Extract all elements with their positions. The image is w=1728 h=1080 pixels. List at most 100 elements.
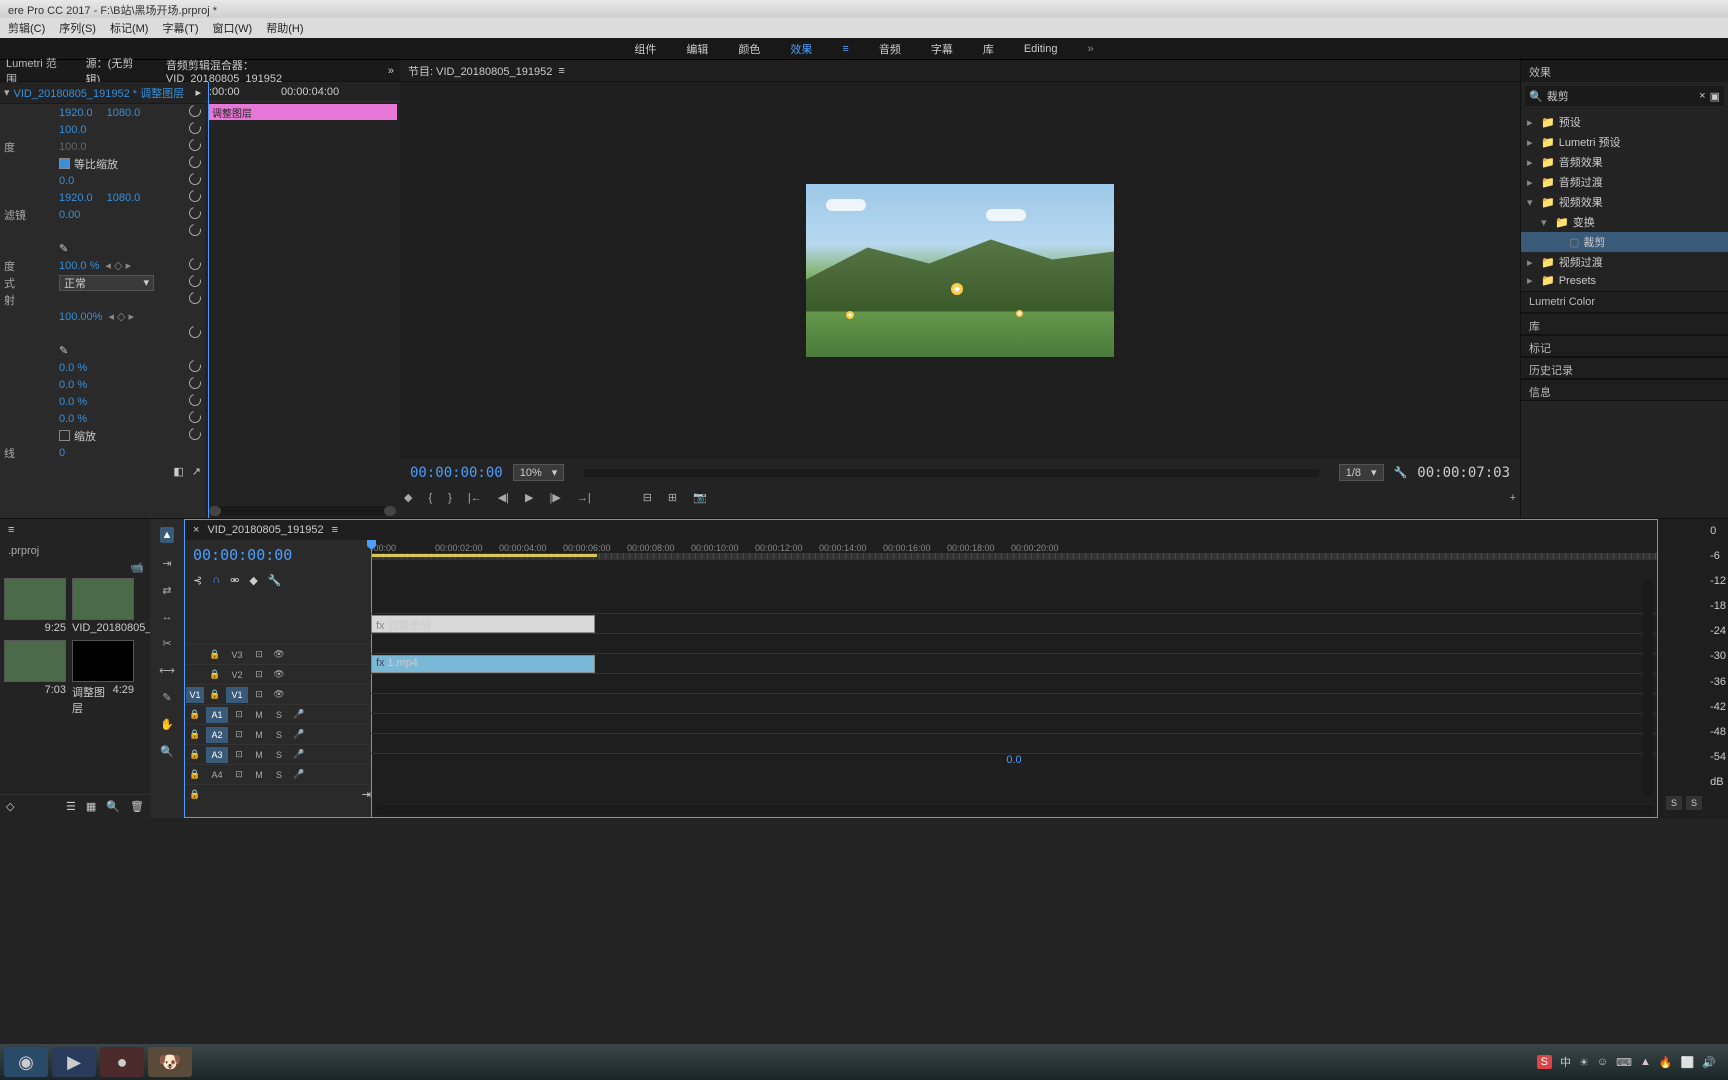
workspace-tab-active[interactable]: 效果 [790,41,812,57]
go-to-in-icon[interactable]: |← [468,492,482,504]
property-value[interactable]: 0.0 % [59,362,87,374]
effect-clip-bar[interactable]: 调整图层 [208,104,397,120]
panel-overflow-icon[interactable]: » [388,65,394,77]
workspace-tab[interactable]: 库 [983,41,994,57]
chevron-down-icon[interactable]: ▾ [4,86,10,99]
taskbar-app-icon[interactable]: ▶ [52,1047,96,1077]
taskbar-app-icon[interactable]: 🐶 [148,1047,192,1077]
audio-track-header[interactable]: 🔒A3⊡MS🎤 [185,744,371,764]
panel-section[interactable]: Lumetri Color [1521,291,1728,313]
effects-tree-item[interactable]: ▸📁预设 [1521,112,1728,132]
lock-icon[interactable]: 🔒 [206,647,224,663]
effect-btn[interactable]: ↗ [192,465,201,478]
lock-icon[interactable]: 🔒 [206,687,224,703]
mute-button[interactable]: M [250,727,268,743]
blend-mode-dropdown[interactable]: 正常▾ [59,275,154,291]
quality-dropdown[interactable]: 1/8▾ [1339,464,1384,481]
project-item[interactable]: 9:25 [4,578,66,634]
property-value[interactable]: 0 [59,447,65,459]
audio-track-header[interactable]: 🔒A1⊡MS🎤 [185,704,371,724]
chevron-icon[interactable]: ▸ [1527,274,1537,287]
property-value[interactable]: 100.00% [59,311,102,323]
property-value[interactable]: 1080.0 [107,107,141,119]
solo-button[interactable]: S [270,767,288,783]
sync-lock-icon[interactable]: ⊡ [230,747,248,763]
reset-icon[interactable] [189,156,201,171]
clip-adjustment-layer[interactable]: fx 调整图层 [371,615,595,633]
reset-icon[interactable] [189,105,201,120]
lock-icon[interactable]: 🔒 [186,707,204,723]
audio-track-header[interactable]: 🔒A4⊡MS🎤 [185,764,371,784]
video-track-header[interactable]: V1🔒V1⊡👁 [185,684,371,704]
reset-icon[interactable] [189,411,201,426]
menu-item[interactable]: 标记(M) [110,20,149,36]
sync-lock-icon[interactable]: ⊡ [230,707,248,723]
reset-icon[interactable] [189,326,201,341]
tray-icon[interactable]: ☺ [1597,1056,1608,1068]
tray-icon[interactable]: ⌨ [1616,1056,1632,1069]
lock-icon[interactable]: 🔒 [186,767,204,783]
timeline-tracks-area[interactable]: :00:0000:00:02:0000:00:04:0000:00:06:000… [371,540,1657,817]
keyframe-nav[interactable]: ◂ ◇ ▸ [108,310,134,323]
property-value[interactable]: 1920.0 [59,107,93,119]
taskbar-app-icon[interactable]: ◉ [4,1047,48,1077]
reset-icon[interactable] [189,224,201,239]
eye-icon[interactable]: 👁 [270,647,288,663]
reset-icon[interactable] [189,360,201,375]
track-label[interactable]: A4 [206,767,228,783]
track-label[interactable]: V1 [226,687,248,703]
audio-mixer-tab[interactable]: 音频剪辑混合器：VID_20180805_191952 [166,57,370,85]
menu-item[interactable]: 序列(S) [59,20,96,36]
workspace-tab[interactable]: 颜色 [738,41,760,57]
new-bin-icon[interactable]: ▣ [1710,90,1720,103]
reset-icon[interactable] [189,377,201,392]
effects-search-input[interactable] [1547,90,1695,102]
scrollbar[interactable] [375,805,1653,815]
mic-icon[interactable]: 🎤 [290,747,308,763]
lock-icon[interactable]: 🔒 [186,727,204,743]
razor-tool-icon[interactable]: ✂ [162,637,171,650]
ripple-edit-tool-icon[interactable]: ⇄ [162,584,171,597]
wrench-icon[interactable]: 🔧 [1394,466,1408,479]
workspace-tab[interactable]: 音频 [879,41,901,57]
panel-section[interactable]: 信息 [1521,379,1728,401]
reset-icon[interactable] [189,190,201,205]
menu-item[interactable]: 字幕(T) [162,20,198,36]
workspace-tab[interactable]: 编辑 [686,41,708,57]
property-value[interactable]: 0.0 % [59,379,87,391]
effects-tree-item[interactable]: ▾📁变换 [1521,212,1728,232]
property-value[interactable]: 0.00 [59,209,80,221]
chevron-icon[interactable]: ▸ [1527,176,1537,189]
chevron-right-icon[interactable]: ▸ [195,86,201,99]
menu-item[interactable]: 剪辑(C) [8,20,45,36]
reset-icon[interactable] [189,275,201,290]
workspace-tab[interactable]: Editing [1024,43,1058,55]
track-target[interactable] [186,647,204,663]
tray-icon[interactable]: ☀ [1579,1056,1589,1069]
panel-section[interactable]: 库 [1521,313,1728,335]
reset-icon[interactable] [189,139,201,154]
track-label[interactable]: A2 [206,727,228,743]
solo-button[interactable]: S [270,747,288,763]
solo-button[interactable]: S [1666,796,1682,810]
linked-selection-icon[interactable]: ⚮ [230,574,239,587]
property-value[interactable]: 100.0 [59,124,87,136]
effects-tree-item[interactable]: ▸📁音频过渡 [1521,172,1728,192]
panel-menu-icon[interactable]: ≡ [558,65,564,77]
rate-stretch-tool-icon[interactable]: ↔ [162,611,173,623]
track-label[interactable]: A3 [206,747,228,763]
selection-tool-icon[interactable]: ▲ [160,527,175,543]
reset-icon[interactable] [189,122,201,137]
track-label[interactable]: V3 [226,647,248,663]
lock-icon[interactable]: 🔒 [186,787,204,803]
panel-menu-icon[interactable]: ≡ [332,524,338,536]
track-label[interactable]: V2 [226,667,248,683]
play-icon[interactable]: ▶ [525,491,533,504]
mic-icon[interactable]: 🎤 [290,767,308,783]
icon-view-icon[interactable]: ▦ [86,800,96,813]
zoom-tool-icon[interactable]: 🔍 [160,745,174,758]
keyframe-nav[interactable]: ◂ ◇ ▸ [105,259,131,272]
ime-lang[interactable]: 中 [1560,1054,1571,1070]
project-item[interactable]: VID_20180805_...7:03 [72,578,134,634]
pen-tool-icon[interactable]: ✎ [162,691,171,704]
